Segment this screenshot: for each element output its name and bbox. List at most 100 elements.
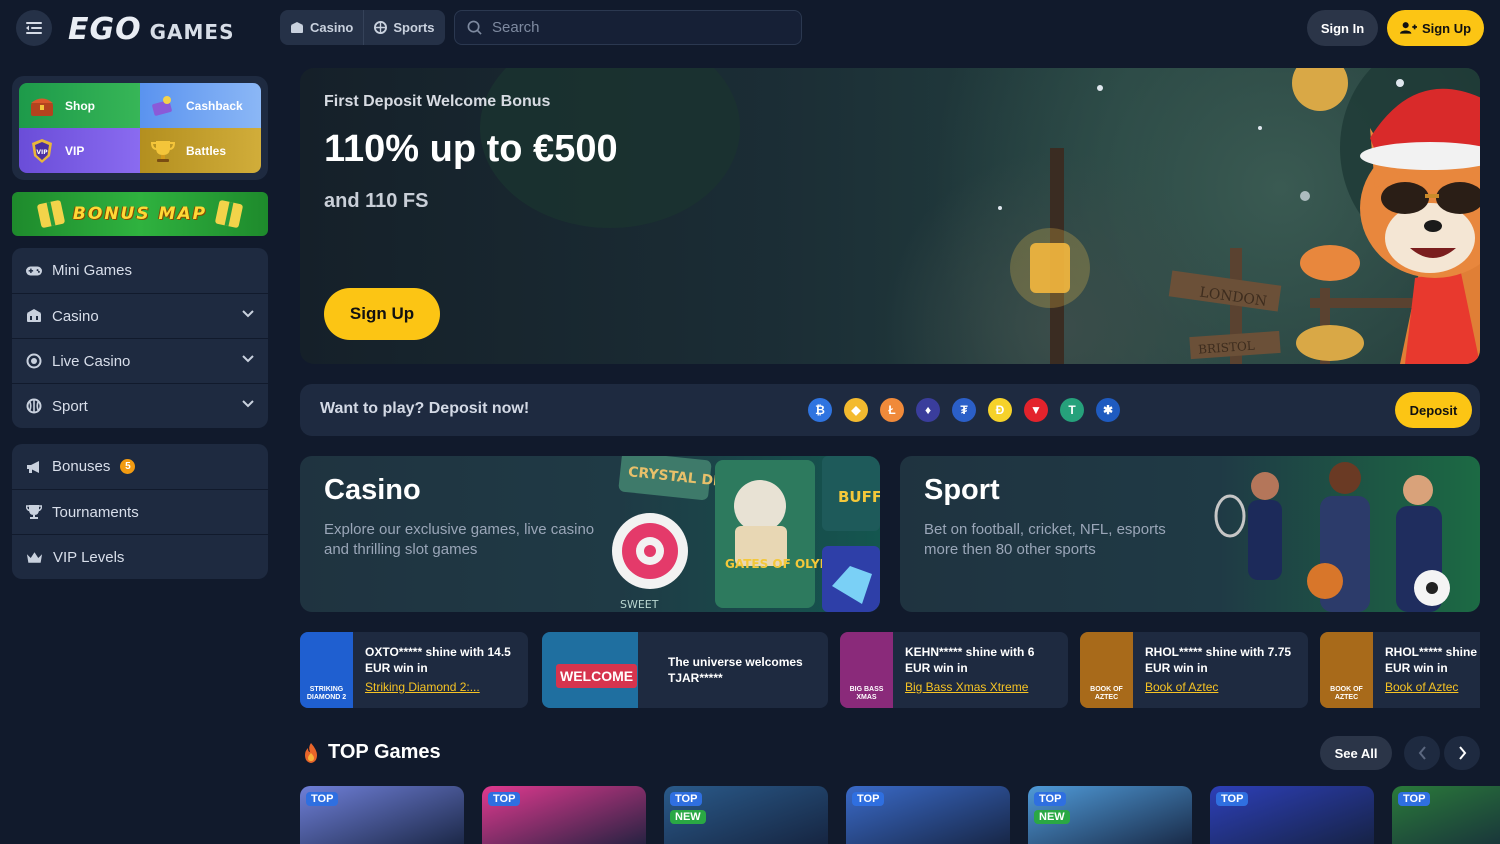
promo-cashback[interactable]: Cashback bbox=[140, 83, 261, 128]
category-title: Sport bbox=[924, 474, 1000, 506]
win-card[interactable]: BOOK OF AZTEC RHOL***** shine with 7.75 E… bbox=[1080, 632, 1308, 708]
casino-category-card[interactable]: Casino Explore our exclusive games, live… bbox=[300, 456, 880, 612]
game-tile[interactable]: TOP bbox=[1392, 786, 1500, 844]
sidebar-nav-main: Mini Games Casino Live Casino Sport bbox=[12, 248, 268, 428]
treasure-chest-icon bbox=[27, 91, 57, 121]
megaphone-icon bbox=[27, 460, 39, 473]
top-badge: TOP bbox=[1398, 792, 1431, 806]
sign-up-label: Sign Up bbox=[1421, 20, 1472, 36]
top-badge: TOP bbox=[1034, 792, 1067, 806]
menu-button[interactable] bbox=[16, 10, 52, 46]
game-tile[interactable]: TOP bbox=[846, 786, 1010, 844]
game-tile[interactable]: TOP NEW bbox=[664, 786, 828, 844]
search-input[interactable] bbox=[492, 19, 782, 36]
game-link[interactable]: Book of Aztec bbox=[1385, 680, 1458, 694]
sidebar-item-sport[interactable]: Sport bbox=[12, 383, 268, 428]
fire-coin-icon[interactable]: ♦ bbox=[916, 398, 940, 422]
product-switch: Casino Sports bbox=[280, 10, 445, 45]
thumbnail-caption: BOOK OF AZTEC bbox=[1330, 686, 1363, 701]
top-badge: TOP bbox=[1216, 792, 1249, 806]
sidebar-item-live-casino[interactable]: Live Casino bbox=[12, 338, 268, 383]
sign-up-button[interactable]: Sign Up bbox=[1387, 10, 1484, 46]
logo-ego-text: EGO bbox=[68, 12, 142, 47]
chevron-down-icon[interactable] bbox=[242, 355, 254, 363]
win-card[interactable]: WELCOME The universe welcomes TJAR***** bbox=[542, 632, 828, 708]
bonuses-count-badge: 5 bbox=[120, 459, 136, 474]
game-tile[interactable]: TOP NEW bbox=[1028, 786, 1192, 844]
cashback-icon bbox=[148, 91, 178, 121]
win-text: The universe welcomes TJAR***** bbox=[668, 655, 803, 685]
chevron-down-icon[interactable] bbox=[242, 400, 254, 408]
promo-battles-label: Battles bbox=[186, 143, 227, 158]
section-title: TOP Games bbox=[328, 741, 441, 763]
litecoin-coin-icon[interactable]: Ł bbox=[880, 398, 904, 422]
prev-arrow-button[interactable] bbox=[1404, 736, 1440, 770]
next-arrow-button[interactable] bbox=[1444, 736, 1480, 770]
search-box bbox=[454, 10, 802, 45]
tron-coin-icon[interactable]: ▼ bbox=[1024, 398, 1048, 422]
new-badge: NEW bbox=[1034, 810, 1070, 824]
game-tile[interactable]: TOP bbox=[482, 786, 646, 844]
sidebar-item-tournaments[interactable]: Tournaments bbox=[12, 489, 268, 534]
logo[interactable]: EGO GAMES bbox=[68, 12, 235, 47]
sidebar-item-label: Tournaments bbox=[52, 503, 139, 521]
sidebar-item-vip-levels[interactable]: VIP Levels bbox=[12, 534, 268, 579]
game-tile[interactable]: TOP bbox=[1210, 786, 1374, 844]
sidebar-item-label: Live Casino bbox=[52, 352, 131, 370]
bitcoin-coin-icon[interactable]: ₿ bbox=[808, 398, 832, 422]
crown-icon bbox=[26, 551, 43, 563]
basketball-icon bbox=[26, 398, 42, 414]
svg-text:BUFF KIN: BUFF KIN bbox=[838, 488, 880, 506]
game-thumbnail: STRIKING DIAMOND 2 bbox=[300, 632, 353, 708]
see-all-button[interactable]: See All bbox=[1320, 736, 1392, 770]
sport-category-card[interactable]: Sport Bet on football, cricket, NFL, esp… bbox=[900, 456, 1480, 612]
chevron-down-icon[interactable] bbox=[242, 310, 254, 318]
tether-c-coin-icon[interactable]: ₮ bbox=[952, 398, 976, 422]
win-text: KEHN***** shine with 6 EUR win in bbox=[905, 645, 1035, 675]
welcome-bonus-banner[interactable]: First Deposit Welcome Bonus 110% up to €… bbox=[300, 68, 1480, 364]
category-description: Explore our exclusive games, live casino… bbox=[324, 521, 595, 558]
game-tile[interactable]: TOP bbox=[300, 786, 464, 844]
menu-icon bbox=[26, 22, 42, 34]
deposit-bar: Want to play? Deposit now! ₿ ◆ Ł ♦ ₮ Ð ▼ T ✱ Dep… bbox=[300, 384, 1480, 436]
game-link[interactable]: Striking Diamond 2:... bbox=[365, 680, 480, 694]
fire-icon bbox=[305, 743, 317, 763]
promo-shop[interactable]: Shop bbox=[19, 83, 140, 128]
crypto-coin-list: ₿ ◆ Ł ♦ ₮ Ð ▼ T ✱ bbox=[808, 398, 1120, 422]
tether-coin-icon[interactable]: T bbox=[1060, 398, 1084, 422]
sidebar-item-mini-games[interactable]: Mini Games bbox=[12, 248, 268, 293]
sidebar-item-label: Casino bbox=[52, 307, 99, 325]
promo-battles[interactable]: Battles bbox=[140, 128, 261, 173]
game-link[interactable]: Book of Aztec bbox=[1145, 680, 1218, 694]
cardano-coin-icon[interactable]: ✱ bbox=[1096, 398, 1120, 422]
thumbnail-caption: BIG BASS XMAS bbox=[849, 686, 884, 701]
gift-icon bbox=[214, 199, 244, 229]
dogecoin-coin-icon[interactable]: Ð bbox=[988, 398, 1012, 422]
sidebar-item-bonuses[interactable]: Bonuses 5 bbox=[12, 444, 268, 489]
binance-coin-icon[interactable]: ◆ bbox=[844, 398, 868, 422]
win-card[interactable]: BIG BASS XMAS KEHN***** shine with 6 EUR … bbox=[840, 632, 1068, 708]
svg-text:VIP: VIP bbox=[36, 149, 48, 156]
sign-in-button[interactable]: Sign In bbox=[1307, 10, 1378, 46]
tab-sports[interactable]: Sports bbox=[363, 10, 444, 45]
deposit-button[interactable]: Deposit bbox=[1395, 392, 1472, 428]
top-badge: TOP bbox=[852, 792, 885, 806]
casino-games-artwork: CRYSTAL DIAMOND GATES OF OLYMPUS BUFF KI… bbox=[612, 456, 880, 612]
promo-vip[interactable]: VIP VIP bbox=[19, 128, 140, 173]
promo-cashback-label: Cashback bbox=[186, 98, 243, 113]
tab-casino[interactable]: Casino bbox=[280, 10, 363, 45]
win-card[interactable]: STRIKING DIAMOND 2 OXTO***** shine with 1… bbox=[300, 632, 528, 708]
game-link[interactable]: Big Bass Xmas Xtreme bbox=[905, 680, 1028, 694]
sidebar-item-casino[interactable]: Casino bbox=[12, 293, 268, 338]
hero-fox-illustration: LONDON BRISTOL bbox=[998, 68, 1480, 364]
top-header: EGO GAMES Casino Sports Sign In Sign Up bbox=[0, 0, 1500, 56]
svg-text:SWEET: SWEET bbox=[620, 598, 659, 611]
win-text: OXTO***** shine with 14.5 EUR win in bbox=[365, 645, 511, 675]
hero-sign-up-button[interactable]: Sign Up bbox=[324, 288, 440, 340]
win-card[interactable]: BOOK OF AZTEC RHOL***** shine with 34.75 … bbox=[1320, 632, 1480, 708]
chevron-left-icon bbox=[1418, 746, 1426, 760]
basketball-icon bbox=[374, 21, 388, 34]
bonus-map-banner[interactable]: BONUS MAP bbox=[12, 192, 268, 236]
chevron-right-icon bbox=[1458, 746, 1466, 760]
sidebar-item-label: Bonuses bbox=[52, 458, 111, 475]
